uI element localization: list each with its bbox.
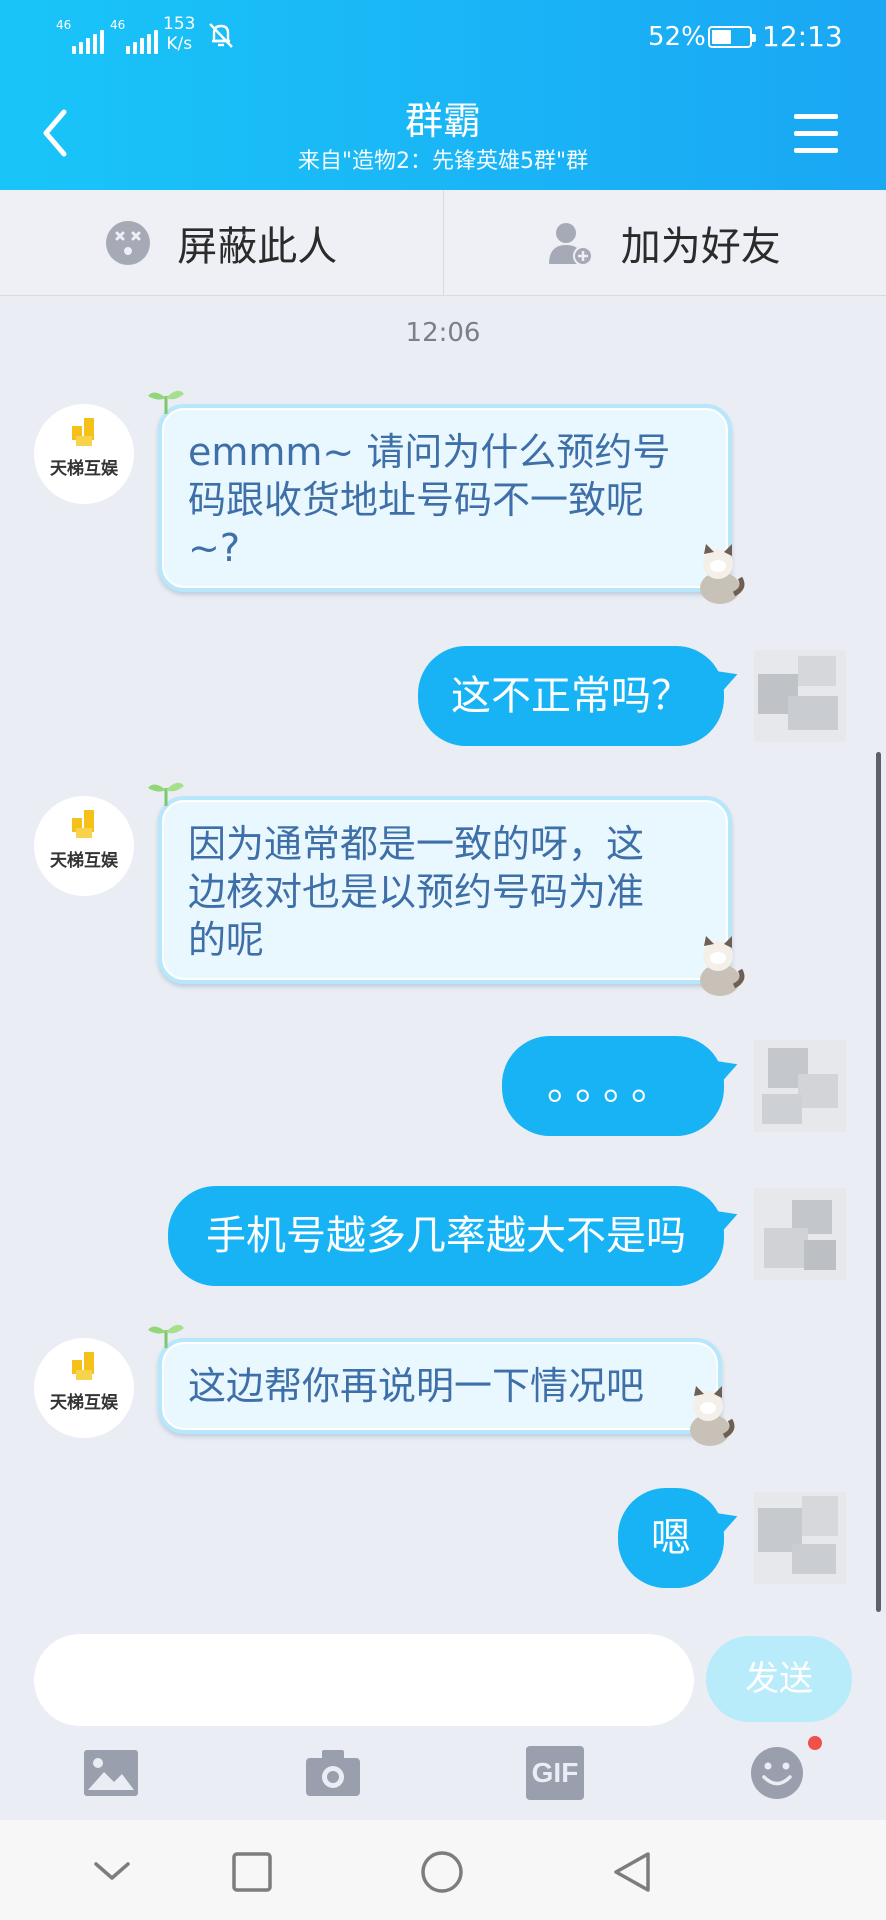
battery-level	[712, 30, 731, 44]
home-icon[interactable]	[420, 1850, 464, 1894]
sprout-icon	[148, 782, 184, 806]
battery-percent: 52%	[648, 22, 706, 52]
chevron-down-icon[interactable]	[90, 1850, 134, 1894]
block-face-icon	[106, 220, 151, 265]
sent-message-bubble[interactable]: 这不正常吗？	[418, 646, 724, 746]
sprout-icon	[148, 1324, 184, 1348]
signal-label: 46	[110, 18, 126, 32]
signal-strength-1: 46	[56, 18, 104, 54]
signal-label: 46	[56, 18, 72, 32]
menu-icon[interactable]	[794, 114, 838, 154]
signal-strength-2: 46	[110, 18, 158, 54]
mute-bell-icon	[209, 23, 233, 48]
my-avatar-blurred[interactable]	[748, 1486, 852, 1590]
chat-title: 群霸	[404, 99, 481, 143]
scrollbar[interactable]	[876, 752, 881, 1612]
sent-message-bubble[interactable]: 手机号越多几率越大不是吗	[168, 1186, 724, 1286]
sprout-icon	[148, 390, 184, 414]
cat-sticker-icon	[700, 936, 745, 996]
gif-icon[interactable]: GIF	[526, 1746, 584, 1800]
notification-dot	[808, 1736, 822, 1750]
gif-label: GIF	[531, 1757, 579, 1788]
input-bar: 发送 GIF	[0, 1616, 886, 1820]
brand-logo-icon	[72, 1352, 94, 1380]
my-avatar-blurred[interactable]	[748, 644, 852, 748]
avatar-brand-text: 天梯互娱	[50, 851, 118, 871]
sent-message-bubble[interactable]: 嗯	[618, 1488, 724, 1588]
brand-logo-icon	[72, 810, 94, 838]
block-user-label: 屏蔽此人	[177, 223, 338, 270]
profile-action-bar: 屏蔽此人 加为好友	[0, 190, 886, 296]
chat-timestamp: 12:06	[405, 318, 481, 348]
back-triangle-icon[interactable]	[610, 1850, 654, 1894]
received-message-bubble[interactable]: 因为通常都是一致的呀，这 边核对也是以预约号码为准 的呢	[148, 782, 745, 996]
sender-avatar[interactable]: 天梯互娱	[34, 404, 134, 504]
header-bar: 46 46 153 K/s 52% 12:13 群霸 来自"造物2：先锋英雄5群…	[0, 0, 886, 190]
my-avatar-blurred[interactable]	[748, 1182, 852, 1286]
add-friend-button[interactable]: 加为好友	[442, 190, 886, 295]
net-speed-unit: K/s	[166, 34, 193, 54]
my-avatar-blurred[interactable]	[748, 1034, 852, 1138]
system-nav-bar	[0, 1820, 886, 1920]
message-line: 边核对也是以预约号码为准	[188, 870, 645, 914]
message-line: 码跟收货地址号码不一致呢	[188, 478, 645, 522]
sent-message-bubble[interactable]: 。。。。	[502, 1036, 724, 1136]
send-button[interactable]: 发送	[706, 1636, 852, 1722]
add-friend-label: 加为好友	[620, 223, 781, 270]
block-user-button[interactable]: 屏蔽此人	[0, 190, 443, 295]
chat-subtitle: 来自"造物2：先锋英雄5群"群	[297, 149, 589, 174]
signal-bars-icon	[126, 30, 158, 54]
signal-bars-icon	[72, 30, 104, 54]
message-line: emmm~ 请问为什么预约号	[188, 430, 671, 474]
status-time: 12:13	[762, 20, 843, 53]
avatar-brand-text: 天梯互娱	[50, 1393, 118, 1413]
cat-sticker-icon	[690, 1386, 735, 1446]
net-speed-value: 153	[163, 14, 196, 34]
image-icon[interactable]	[82, 1746, 140, 1800]
recent-apps-icon[interactable]	[230, 1850, 274, 1894]
message-input[interactable]	[34, 1634, 694, 1726]
add-friend-icon	[548, 222, 593, 266]
cat-sticker-icon	[700, 544, 745, 604]
brand-logo-icon	[72, 418, 94, 446]
message-line: 因为通常都是一致的呀，这	[188, 822, 645, 866]
net-speed: 153 K/s	[163, 14, 195, 54]
camera-icon[interactable]	[304, 1746, 362, 1800]
received-message-bubble[interactable]: 这边帮你再说明一下情况吧	[148, 1324, 735, 1446]
message-line: 的呢	[188, 918, 265, 962]
sender-avatar[interactable]: 天梯互娱	[34, 796, 134, 896]
message-line: ~?	[188, 526, 241, 570]
message-line: 这边帮你再说明一下情况吧	[188, 1364, 645, 1408]
avatar-brand-text: 天梯互娱	[50, 459, 118, 479]
emoji-icon[interactable]	[748, 1746, 806, 1800]
sender-avatar[interactable]: 天梯互娱	[34, 1338, 134, 1438]
status-bar: 46 46 153 K/s 52% 12:13	[0, 0, 886, 78]
received-message-bubble[interactable]: emmm~ 请问为什么预约号 码跟收货地址号码不一致呢 ~?	[148, 390, 745, 604]
battery-icon	[708, 26, 756, 48]
